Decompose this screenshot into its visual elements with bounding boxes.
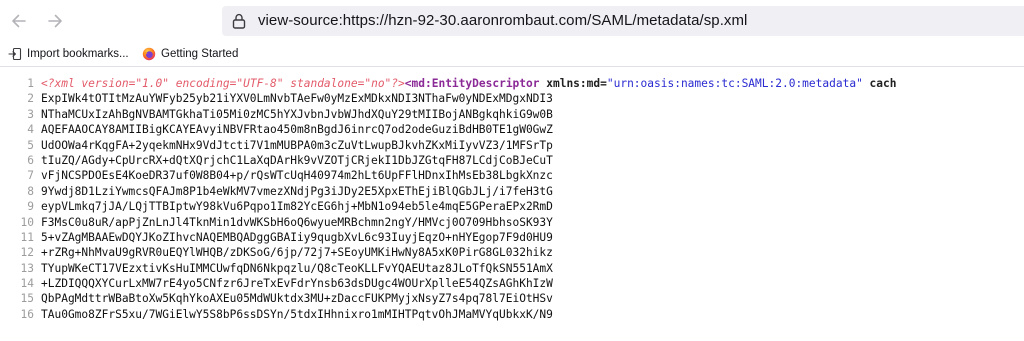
line-number: 10 [20,215,34,229]
arrow-left-icon [12,14,26,28]
line-code: TYupWKeCT17VEzxtivKsHuIMMCUwfqDN6Nkpqzlu… [41,261,553,275]
bookmark-getting-started[interactable]: Getting Started [142,46,238,62]
firefox-icon [142,47,156,61]
line-number: 14 [20,277,34,291]
line-code: 9Ywdj8D1LziYwmcsQFAJm8P1b4eWkMV7vmezXNdj… [41,184,553,198]
line-code: tIuZQ/AGdy+CpUrcRX+dQtXQrjchC1LaXqDArHk9… [41,153,553,167]
xml-declaration-open: <?xml [41,77,75,90]
line-number: 4 [27,123,34,137]
line-code: vFjNCSPDOEsE4KoeDR37uf0W8B04+p/rQsWTcUqH… [41,169,553,183]
bookmark-getting-started-label: Getting Started [161,48,239,60]
line-code: ExpIWk4tOTItMzAuYWFyb25yb21iYXV0LmNvbTAe… [41,92,553,106]
lock-icon[interactable] [230,12,248,30]
line-number: 3 [27,107,34,121]
url-text[interactable]: view-source:https://hzn-92-30.aaronromba… [258,12,747,29]
address-bar[interactable]: view-source:https://hzn-92-30.aaronromba… [222,6,1024,36]
source-line: 1 <?xml version="1.0" encoding="UTF-8" s… [0,76,1024,91]
line-code: <?xml version="1.0" encoding="UTF-8" sta… [41,76,897,91]
bookmarks-toolbar: Import bookmarks... Getting Started [0,42,1024,67]
bookmark-import-label: Import bookmarks... [27,48,129,60]
xml-standalone-value: "no" [364,77,392,90]
xml-version-value: "1.0" [135,77,169,90]
line-number: 9 [27,200,34,214]
line-code: UdOOWa4rKqgFA+2yqekmNHx9VdJtcti7V1mMUBPA… [41,138,553,152]
source-line: 5 UdOOWa4rKqgFA+2yqekmNHx9VdJtcti7V1mMUBP… [0,138,1024,153]
xml-version-attr: version= [74,77,136,90]
line-code: F3MsC0u8uR/apPjZnLnJl4TknMin1dvWKSbH6oQ6… [41,215,553,229]
back-button[interactable] [8,10,30,32]
bookmark-import[interactable]: Import bookmarks... [8,46,129,62]
line-code: +LZDIQQQXYCurLxMW7rE4yo5CNfzr6JreTxEvFdr… [41,277,553,291]
source-line: 12 +rZRg+NhMvaU9gRVR0uEQYlWHQB/zDKSoG/6jp… [0,245,1024,260]
forward-button[interactable] [44,10,66,32]
line-number: 11 [20,230,34,244]
source-line: 13 TYupWKeCT17VEzxtivKsHuIMMCUwfqDN6Nkpqz… [0,261,1024,276]
source-view: 1 <?xml version="1.0" encoding="UTF-8" s… [0,76,1024,322]
source-line: 9 eypVLmkq7jJA/LQjTTBIptwY98kVu6Pqpo1Im82… [0,199,1024,214]
browser-toolbar: view-source:https://hzn-92-30.aaronromba… [0,0,1024,42]
line-number: 5 [27,138,34,152]
xml-declaration-close: ?> [391,77,405,90]
line-code: eypVLmkq7jJA/LQjTTBIptwY98kVu6Pqpo1Im82Y… [41,200,553,214]
xml-encoding-attr: encoding= [169,77,237,90]
line-number: 1 [27,77,34,90]
line-code: AQEFAAOCAY8AMIIBigKCAYEAvyiNBVFRtao450m8… [41,123,553,137]
line-code: TAu0Gmo8ZFrS5xu/7WGiElwY5S8bP6ssDSYn/5td… [41,307,553,321]
line-number: 13 [20,261,34,275]
source-line: 8 9Ywdj8D1LziYwmcsQFAJm8P1b4eWkMV7vmezXNd… [0,184,1024,199]
source-line: 15 QbPAgMdttrWBaBtoXw5KqhYkoAXEu05MdWUktd… [0,291,1024,306]
line-code: 5+vZAgMBAAEwDQYJKoZIhvcNAQEMBQADggGBAIiy… [41,230,553,244]
xmlns-value: "urn:oasis:names:tc:SAML:2.0:metadata" [606,77,863,90]
source-line: 16 TAu0Gmo8ZFrS5xu/7WGiElwY5S8bP6ssDSYn/5… [0,307,1024,322]
xml-standalone-attr: standalone= [283,77,365,90]
line-code: NThaMCUxIzAhBgNVBAMTGkhaTi05Mi0zMC5hYXJv… [41,107,553,121]
source-line: 7 vFjNCSPDOEsE4KoeDR37uf0W8B04+p/rQsWTcUq… [0,168,1024,183]
source-line: 10 F3MsC0u8uR/apPjZnLnJl4TknMin1dvWKSbH6o… [0,215,1024,230]
line-number: 8 [27,184,34,198]
line-code: QbPAgMdttrWBaBtoXw5KqhYkoAXEu05MdWUktdx3… [41,292,553,306]
line-number: 6 [27,153,34,167]
line-number: 12 [20,246,34,260]
source-line: 6 tIuZQ/AGdy+CpUrcRX+dQtXQrjchC1LaXqDArHk… [0,153,1024,168]
source-line: 11 5+vZAgMBAAEwDQYJKoZIhvcNAQEMBQADggGBAI… [0,230,1024,245]
xmlns-attr: xmlns:md= [539,77,607,90]
xml-encoding-value: "UTF-8" [236,77,284,90]
import-icon [8,47,22,61]
line-code: +rZRg+NhMvaU9gRVR0uEQYlWHQB/zDKSoG/6jp/7… [41,246,553,260]
source-line: 2 ExpIWk4tOTItMzAuYWFyb25yb21iYXV0LmNvbTA… [0,91,1024,106]
line-number: 2 [27,92,34,106]
source-lines: 2 ExpIWk4tOTItMzAuYWFyb25yb21iYXV0LmNvbTA… [0,91,1024,322]
attr-tail: cach [862,77,897,90]
source-line: 3 NThaMCUxIzAhBgNVBAMTGkhaTi05Mi0zMC5hYXJ… [0,107,1024,122]
arrow-right-icon [48,14,62,28]
line-number: 15 [20,292,34,306]
line-number: 16 [20,307,34,321]
line-number: 7 [27,169,34,183]
source-line: 4 AQEFAAOCAY8AMIIBigKCAYEAvyiNBVFRtao450m… [0,122,1024,137]
entity-descriptor-tag: <md:EntityDescriptor [404,77,540,90]
source-line: 14 +LZDIQQQXYCurLxMW7rE4yo5CNfzr6JreTxEvF… [0,276,1024,291]
